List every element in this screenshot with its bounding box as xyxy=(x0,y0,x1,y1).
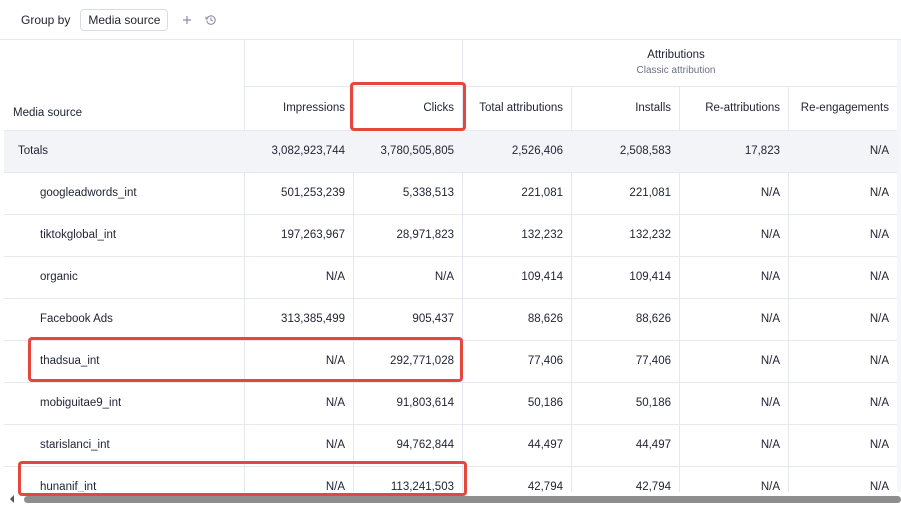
totals-impressions: 3,082,923,744 xyxy=(271,145,345,157)
table-row[interactable]: tiktokglobal_int 197,263,967 28,971,823 … xyxy=(4,214,901,256)
right-edge-strip xyxy=(897,40,901,492)
re-attributions-cell: N/A xyxy=(760,229,780,241)
media-source-cell: organic xyxy=(40,271,78,283)
media-source-cell: thadsua_int xyxy=(40,355,100,367)
installs-cell: 109,414 xyxy=(629,271,671,283)
col-header-installs[interactable]: Installs xyxy=(571,86,679,130)
media-source-cell: Facebook Ads xyxy=(40,313,113,325)
totals-re-attributions: 17,823 xyxy=(744,145,780,157)
table-row[interactable]: starislanci_int N/A 94,762,844 44,497 44… xyxy=(4,424,901,466)
history-icon[interactable] xyxy=(204,13,218,27)
totals-row: Totals 3,082,923,744 3,780,505,805 2,526… xyxy=(4,130,901,172)
impressions-cell: 313,385,499 xyxy=(281,313,345,325)
totals-re-engagements: N/A xyxy=(869,145,889,157)
total-attributions-cell: 42,794 xyxy=(527,481,563,492)
clicks-cell: 113,241,503 xyxy=(390,481,454,492)
total-attributions-cell: 109,414 xyxy=(521,271,563,283)
total-attributions-cell: 50,186 xyxy=(527,397,563,409)
group-by-chip[interactable]: Media source xyxy=(80,8,169,31)
installs-cell: 44,497 xyxy=(635,439,671,451)
table-row[interactable]: organic N/A N/A 109,414 109,414 N/A N/A xyxy=(4,256,901,298)
clicks-cell: 5,338,513 xyxy=(402,187,454,199)
re-engagements-cell: N/A xyxy=(869,481,889,492)
clicks-cell: 28,971,823 xyxy=(396,229,454,241)
table-row[interactable]: googleadwords_int 501,253,239 5,338,513 … xyxy=(4,172,901,214)
installs-cell: 221,081 xyxy=(629,187,671,199)
scroll-left-arrow-icon[interactable] xyxy=(8,494,18,504)
toolbar: Group by Media source xyxy=(0,0,901,40)
total-attributions-cell: 132,232 xyxy=(521,229,563,241)
re-attributions-cell: N/A xyxy=(760,439,780,451)
totals-label: Totals xyxy=(18,145,49,157)
total-attributions-cell: 44,497 xyxy=(527,439,563,451)
re-attributions-cell: N/A xyxy=(760,187,780,199)
re-engagements-cell: N/A xyxy=(869,313,889,325)
col-header-impressions[interactable]: Impressions xyxy=(244,86,353,130)
plus-icon[interactable] xyxy=(180,13,194,27)
horizontal-scrollbar[interactable] xyxy=(8,494,901,504)
clicks-cell: 292,771,028 xyxy=(390,355,454,367)
impressions-cell: N/A xyxy=(325,355,345,367)
total-attributions-cell: 88,626 xyxy=(527,313,563,325)
re-attributions-cell: N/A xyxy=(760,481,780,492)
group-by-label: Group by xyxy=(21,12,71,27)
attributions-group-header: Attributions Classic attribution xyxy=(463,40,889,86)
clicks-cell: N/A xyxy=(434,271,454,283)
installs-cell: 50,186 xyxy=(635,397,671,409)
report-table: Attributions Classic attribution Media s… xyxy=(4,40,901,492)
col-header-re-engagements[interactable]: Re-engagements xyxy=(788,86,897,130)
table-row[interactable]: thadsua_int N/A 292,771,028 77,406 77,40… xyxy=(4,340,901,382)
table-row[interactable]: mobiguitae9_int N/A 91,803,614 50,186 50… xyxy=(4,382,901,424)
total-attributions-cell: 77,406 xyxy=(527,355,563,367)
col-header-clicks[interactable]: Clicks xyxy=(353,86,462,130)
media-source-cell: hunanif_int xyxy=(40,481,97,492)
re-engagements-cell: N/A xyxy=(869,187,889,199)
installs-cell: 42,794 xyxy=(635,481,671,492)
installs-cell: 88,626 xyxy=(635,313,671,325)
impressions-cell: N/A xyxy=(325,397,345,409)
totals-clicks: 3,780,505,805 xyxy=(380,145,454,157)
col-header-total-attributions[interactable]: Total attributions xyxy=(462,86,571,130)
impressions-cell: 501,253,239 xyxy=(281,187,345,199)
re-attributions-cell: N/A xyxy=(760,397,780,409)
re-engagements-cell: N/A xyxy=(869,271,889,283)
total-attributions-cell: 221,081 xyxy=(521,187,563,199)
re-engagements-cell: N/A xyxy=(869,355,889,367)
re-attributions-cell: N/A xyxy=(760,355,780,367)
impressions-cell: N/A xyxy=(325,481,345,492)
table-row[interactable]: Facebook Ads 313,385,499 905,437 88,626 … xyxy=(4,298,901,340)
impressions-cell: 197,263,967 xyxy=(281,229,345,241)
totals-installs: 2,508,583 xyxy=(619,145,671,157)
media-source-cell: tiktokglobal_int xyxy=(40,229,117,241)
clicks-cell: 905,437 xyxy=(412,313,454,325)
re-engagements-cell: N/A xyxy=(869,229,889,241)
re-attributions-cell: N/A xyxy=(760,313,780,325)
scrollbar-thumb[interactable] xyxy=(24,496,901,503)
clicks-cell: 91,803,614 xyxy=(396,397,454,409)
re-engagements-cell: N/A xyxy=(869,397,889,409)
clicks-cell: 94,762,844 xyxy=(396,439,454,451)
media-source-cell: mobiguitae9_int xyxy=(40,397,122,409)
media-source-cell: googleadwords_int xyxy=(40,187,137,199)
totals-total-attributions: 2,526,406 xyxy=(511,145,563,157)
table-row[interactable]: hunanif_int N/A 113,241,503 42,794 42,79… xyxy=(4,466,901,492)
col-header-re-attributions[interactable]: Re-attributions xyxy=(679,86,788,130)
re-attributions-cell: N/A xyxy=(760,271,780,283)
re-engagements-cell: N/A xyxy=(869,439,889,451)
impressions-cell: N/A xyxy=(325,271,345,283)
impressions-cell: N/A xyxy=(325,439,345,451)
installs-cell: 77,406 xyxy=(635,355,671,367)
attributions-subtitle: Classic attribution xyxy=(636,65,716,76)
media-source-cell: starislanci_int xyxy=(40,439,110,451)
col-header-media-source[interactable]: Media source xyxy=(4,86,244,130)
installs-cell: 132,232 xyxy=(629,229,671,241)
attributions-title: Attributions xyxy=(647,49,705,61)
